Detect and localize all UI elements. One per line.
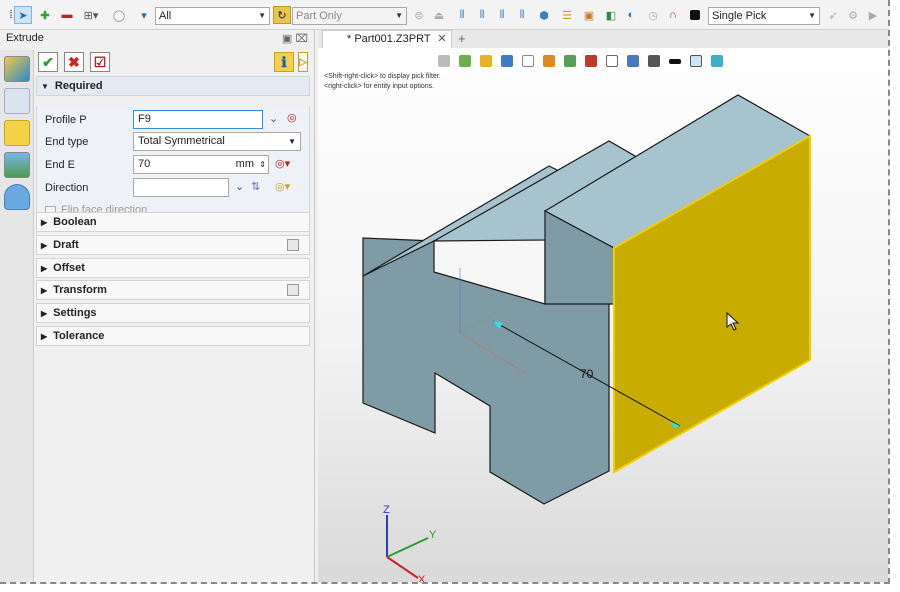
- align-center-icon[interactable]: ⫴: [476, 6, 488, 24]
- paint-icon[interactable]: ◐: [624, 6, 638, 24]
- pick-mode-select[interactable]: Single Pick ▼: [708, 7, 820, 25]
- chevron-down-icon[interactable]: ⌄: [269, 112, 278, 125]
- section-boolean-label: Boolean: [53, 216, 97, 228]
- direction-options-icon[interactable]: ◎▾: [275, 180, 290, 193]
- ok-icon[interactable]: ✔: [38, 52, 58, 72]
- pick-mode-value: Single Pick: [712, 10, 767, 22]
- collapse-icon: ▼: [41, 82, 49, 91]
- extrude-panel: Extrude ▣ ⌧ ✔ ✖ ☑ ℹ ▷ ▼ Required Profile …: [0, 30, 315, 582]
- model-canvas[interactable]: 70 Z Y X: [318, 30, 890, 584]
- distribute-icon[interactable]: ⫴: [516, 6, 528, 24]
- panel-title: Extrude: [6, 32, 44, 44]
- endtype-select[interactable]: Total Symmetrical ▼: [133, 132, 301, 151]
- lock-icon[interactable]: ⏏: [432, 6, 446, 24]
- section-offset[interactable]: ▶ Offset: [36, 258, 310, 278]
- axis-x-label: X: [418, 574, 426, 584]
- profile-label: Profile P: [45, 114, 87, 126]
- filter-select-value: All: [159, 10, 172, 22]
- endtype-value: Total Symmetrical: [138, 135, 225, 147]
- user-icon[interactable]: [4, 184, 30, 210]
- square-icon[interactable]: [688, 6, 702, 24]
- section-draft[interactable]: ▶ Draft: [36, 235, 310, 255]
- section-required[interactable]: ▼ Required: [36, 76, 310, 96]
- align-left-icon[interactable]: ⫴: [456, 6, 468, 24]
- draft-checkbox[interactable]: [287, 239, 299, 251]
- align-right-icon[interactable]: ⫴: [496, 6, 508, 24]
- expand-arrow-icon: ▶: [41, 332, 48, 341]
- axis-y-label: Y: [429, 529, 437, 541]
- section-settings[interactable]: ▶ Settings: [36, 303, 310, 323]
- magnet-icon[interactable]: ∩: [666, 6, 680, 24]
- spinner-icon[interactable]: ⇕: [259, 156, 266, 173]
- expand-arrow-icon: ▶: [41, 241, 48, 250]
- ende-value: 70: [138, 158, 151, 170]
- section-tolerance[interactable]: ▶ Tolerance: [36, 326, 310, 346]
- assembly-icon[interactable]: [4, 88, 30, 114]
- section-required-label: Required: [54, 80, 103, 92]
- layer-icon[interactable]: ◧: [604, 6, 618, 24]
- transform-checkbox[interactable]: [287, 284, 299, 296]
- direction-chevron-icon[interactable]: ⌄: [235, 180, 244, 193]
- frame-icon[interactable]: ▣: [582, 6, 596, 24]
- profile-input[interactable]: F9: [133, 110, 263, 129]
- part-filter-select[interactable]: Part Only ▼: [292, 7, 407, 25]
- expand-arrow-icon: ▶: [41, 309, 48, 318]
- section-tolerance-label: Tolerance: [53, 330, 105, 342]
- endtype-label: End type: [45, 136, 89, 148]
- section-draft-label: Draft: [53, 239, 79, 251]
- ende-unit: mm: [235, 158, 254, 170]
- image-icon[interactable]: [4, 152, 30, 178]
- side-toolbar: [0, 50, 34, 582]
- select-icon[interactable]: ➤: [14, 6, 32, 24]
- axis-z-label: Z: [383, 504, 390, 516]
- 3d-viewport[interactable]: * Part001.Z3PRT ✕ + <Shift-right-click> …: [318, 30, 890, 584]
- info-icon[interactable]: ℹ: [274, 52, 294, 72]
- part-filter-value: Part Only: [296, 10, 342, 22]
- reverse-icon[interactable]: ⇅: [251, 180, 260, 193]
- section-offset-label: Offset: [53, 262, 85, 274]
- expand-arrow-icon: ▶: [41, 218, 48, 227]
- ende-input[interactable]: 70 mm ⇕: [133, 155, 269, 174]
- section-boolean[interactable]: ▶ Boolean: [36, 212, 310, 232]
- cursor-icon[interactable]: ➶: [826, 6, 840, 24]
- cube-icon[interactable]: [4, 56, 30, 82]
- filter-select[interactable]: All ▼: [155, 7, 270, 25]
- ende-label: End E: [45, 159, 75, 171]
- section-transform[interactable]: ▶ Transform: [36, 280, 310, 300]
- expand-arrow-icon: ▶: [41, 286, 48, 295]
- action-bar: ✔ ✖ ☑ ℹ ▷: [36, 50, 312, 76]
- dimension-label[interactable]: 70: [580, 367, 594, 381]
- remove-icon[interactable]: ▬: [60, 6, 74, 24]
- ende-options-icon[interactable]: ◎▾: [275, 157, 290, 170]
- window: ⁞ ➤ ✚ ▬ ⊞▾ ◯ ▾ All ▼ ↻ Part Only ▼ ⊜ ⏏ ⫴ ⫴…: [0, 0, 890, 584]
- circle-pick-icon[interactable]: ◯: [112, 6, 126, 24]
- add-icon[interactable]: ✚: [38, 6, 52, 24]
- snap-icon[interactable]: ⊜: [412, 6, 426, 24]
- expand-icon[interactable]: ▷: [298, 52, 308, 72]
- section-transform-label: Transform: [53, 284, 107, 296]
- settings-icon[interactable]: ⚙: [846, 6, 860, 24]
- pick-icon[interactable]: ◎: [287, 111, 297, 124]
- list-icon[interactable]: ☰: [560, 6, 574, 24]
- part-icon[interactable]: ↻: [273, 6, 291, 24]
- direction-input[interactable]: [133, 178, 229, 197]
- panel-window-buttons[interactable]: ▣ ⌧: [282, 32, 308, 45]
- play-icon[interactable]: ▶: [866, 6, 880, 24]
- clock-icon[interactable]: ◷: [646, 6, 660, 24]
- section-settings-label: Settings: [53, 307, 97, 319]
- direction-label: Direction: [45, 182, 89, 194]
- cancel-icon[interactable]: ✖: [64, 52, 84, 72]
- part-cube-icon[interactable]: [4, 120, 30, 146]
- apply-icon[interactable]: ☑: [90, 52, 110, 72]
- grid-pick-icon[interactable]: ⊞▾: [80, 6, 102, 24]
- main-toolbar: ⁞ ➤ ✚ ▬ ⊞▾ ◯ ▾ All ▼ ↻ Part Only ▼ ⊜ ⏏ ⫴ ⫴…: [0, 0, 888, 30]
- filter-icon[interactable]: ▾: [135, 6, 153, 24]
- axis-x-line: [386, 556, 419, 579]
- axis-y-line: [386, 537, 429, 558]
- expand-arrow-icon: ▶: [41, 264, 48, 273]
- pin-icon[interactable]: ⬢: [538, 6, 550, 24]
